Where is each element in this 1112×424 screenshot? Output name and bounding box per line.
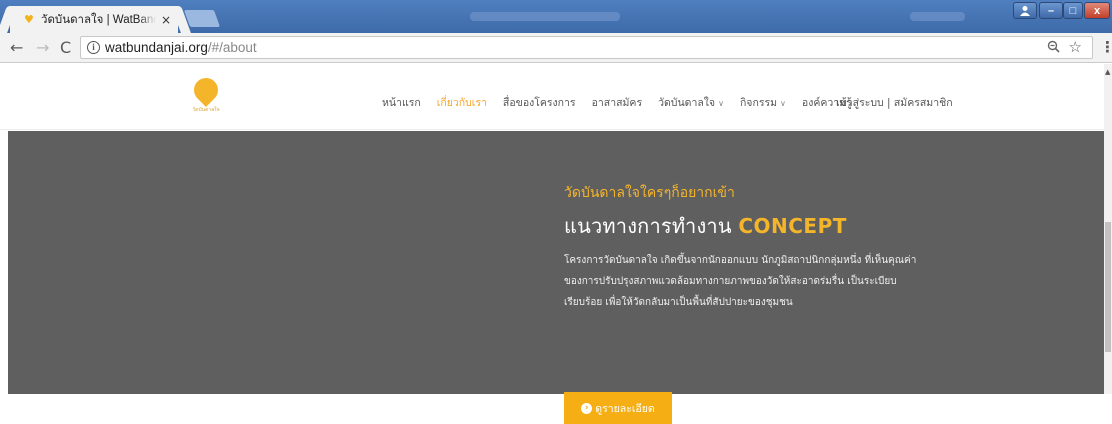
blurred-profile-text [910,12,965,21]
arrow-circle-right-icon: › [581,402,593,414]
browser-toolbar: ← → C i watbundanjai.org /#/about ☆ ⋮ [0,33,1112,63]
hero-title: แนวทางการทำงาน CONCEPT [564,210,924,242]
nav-item-volunteer[interactable]: อาสาสมัคร [592,94,643,111]
scrollbar-thumb[interactable] [1105,222,1111,352]
login-register-link[interactable]: เข้าสู่ระบบ | สมัครสมาชิก [836,94,953,111]
info-icon[interactable]: i [87,41,100,54]
tab-close-icon[interactable]: × [160,13,172,27]
about-hero-section: วัดบันดาลใจใครๆก็อยากเข้า แนวทางการทำงาน… [8,131,1104,424]
page-scrollbar[interactable]: ▲ [1104,64,1112,394]
chevron-down-icon: ∨ [718,99,724,108]
hero-content: วัดบันดาลใจใครๆก็อยากเข้า แนวทางการทำงาน… [564,182,924,424]
window-minimize-button[interactable]: – [1039,2,1063,19]
menu-icon[interactable]: ⋮ [1100,39,1112,55]
hero-description: โครงการวัดบันดาลใจ เกิดขึ้นจากนักออกแบบ … [564,255,917,308]
address-bar[interactable]: i watbundanjai.org /#/about ☆ [80,36,1093,59]
nav-item-activities[interactable]: กิจกรรม ∨ [740,94,786,111]
url-host: watbundanjai.org [105,40,208,55]
logo-text: วัดบันดาลใจ [192,107,220,113]
new-tab-button[interactable] [183,10,221,27]
nav-item-activities-label: กิจกรรม [739,97,778,109]
profile-button[interactable] [1013,2,1037,19]
hero-title-th: แนวทางการทำงาน [564,214,732,238]
nav-item-temples-label: วัดบันดาลใจ [658,97,716,109]
browser-titlebar: ♥ วัดบันดาลใจ | WatBandanjai × – □ x [0,0,1112,33]
see-details-label: ดูรายละเอียด [595,402,655,415]
chevron-down-icon: ∨ [780,99,786,108]
nav-item-media[interactable]: สื่อของโครงการ [503,94,576,111]
site-header: วัดบันดาลใจ หน้าแรก เกี่ยวกับเรา สื่อของ… [0,64,1104,130]
zoom-icon[interactable] [1047,40,1060,57]
see-details-button[interactable]: › ดูรายละเอียด [564,392,672,424]
blurred-title-text [470,12,620,21]
hero-kicker: วัดบันดาลใจใครๆก็อยากเข้า [564,185,735,201]
star-icon[interactable]: ☆ [1069,38,1082,56]
window-maximize-button[interactable]: □ [1063,2,1083,19]
nav-item-about[interactable]: เกี่ยวกับเรา [437,94,487,111]
heart-leaf-favicon-icon: ♥ [24,13,34,26]
window-close-button[interactable]: x [1084,2,1110,19]
page-viewport: วัดบันดาลใจ หน้าแรก เกี่ยวกับเรา สื่อของ… [0,64,1112,424]
nav-item-temples[interactable]: วัดบันดาลใจ ∨ [658,94,724,111]
reload-icon[interactable]: C [60,39,71,57]
bodhi-leaf-logo-icon [189,73,223,107]
browser-tab[interactable]: ♥ วัดบันดาลใจ | WatBandanjai × [10,6,178,33]
back-arrow-icon[interactable]: ← [10,39,23,57]
scroll-up-arrow-icon[interactable]: ▲ [1105,68,1110,76]
site-logo[interactable]: วัดบันดาลใจ [189,73,223,118]
hero-title-en: CONCEPT [738,214,847,238]
main-nav: หน้าแรก เกี่ยวกับเรา สื่อของโครงการ อาสา… [382,94,868,111]
forward-arrow-icon[interactable]: → [36,39,49,57]
url-path: /#/about [207,40,257,55]
tab-title: วัดบันดาลใจ | WatBandanjai [41,13,156,26]
nav-item-home[interactable]: หน้าแรก [382,94,421,111]
user-icon [1020,6,1030,16]
